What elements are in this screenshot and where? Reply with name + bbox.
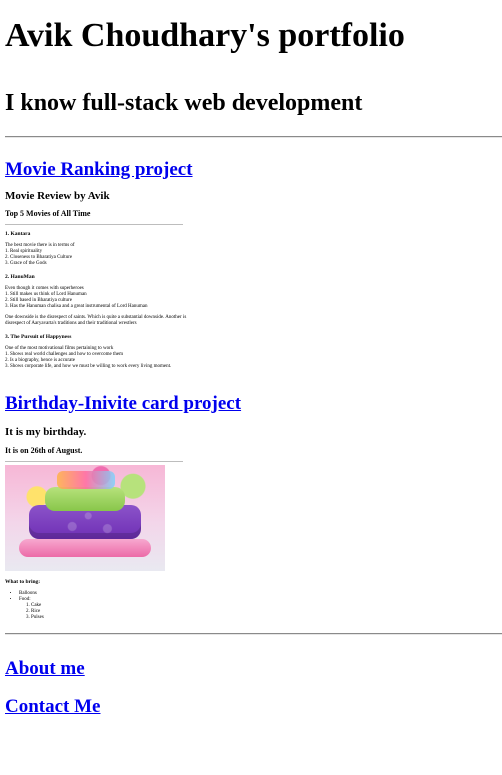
birthday-invite-thumbnail[interactable]: It is my birthday. It is on 26th of Augu…: [5, 426, 195, 621]
thumb-subtitle: Top 5 Movies of All Time: [5, 209, 91, 218]
movie-item-title: 1. Kantara: [5, 231, 31, 237]
movie-item-line: 3. Shows corporate life, and how we must…: [5, 364, 172, 369]
about-me-link[interactable]: About me: [5, 658, 85, 679]
movie-item-2: 2. HanuMan Even though it comes with sup…: [5, 274, 195, 327]
what-to-bring-label: What to bring:: [5, 579, 41, 585]
contact-me-link[interactable]: Contact Me: [5, 696, 101, 717]
thumb-title: It is my birthday.: [5, 426, 87, 438]
food-item: Pulses: [31, 615, 195, 621]
food-list: Cake Rice Pulses: [19, 603, 195, 621]
bring-item: Food: Cake Rice Pulses: [19, 597, 195, 621]
page-title: Avik Choudhary's portfolio: [5, 17, 405, 54]
bring-item-label: Food:: [19, 597, 31, 602]
portfolio-page: Avik Choudhary's portfolio I know full-s…: [0, 14, 502, 719]
birthday-cake-image: [5, 465, 165, 571]
project-heading-birthday-invite: Birthday-Inivite card project: [5, 392, 497, 416]
movie-item-title: 3. The Pursuit of Happyness: [5, 334, 72, 340]
bring-list: Balloons Food: Cake Rice Pulses: [5, 591, 195, 621]
movie-item-title: 2. HanuMan: [5, 274, 35, 280]
contact-heading: Contact Me: [5, 695, 497, 719]
about-heading: About me: [5, 657, 497, 681]
movie-item-1: 1. Kantara The best movie there is in te…: [5, 231, 195, 267]
thumb-title: Movie Review by Avik: [5, 190, 110, 202]
thumb-subtitle: It is on 26th of August.: [5, 446, 83, 455]
page-subtitle: I know full-stack web development: [5, 90, 363, 116]
movie-item-note: One downside is the disrespect of saints…: [5, 315, 187, 326]
movie-ranking-thumbnail[interactable]: Movie Review by Avik Top 5 Movies of All…: [5, 190, 195, 370]
project-heading-movie-ranking: Movie Ranking project: [5, 158, 497, 182]
birthday-invite-project-link[interactable]: Birthday-Inivite card project: [5, 393, 241, 414]
movie-item-3: 3. The Pursuit of Happyness One of the m…: [5, 334, 195, 370]
movie-ranking-project-link[interactable]: Movie Ranking project: [5, 159, 193, 180]
